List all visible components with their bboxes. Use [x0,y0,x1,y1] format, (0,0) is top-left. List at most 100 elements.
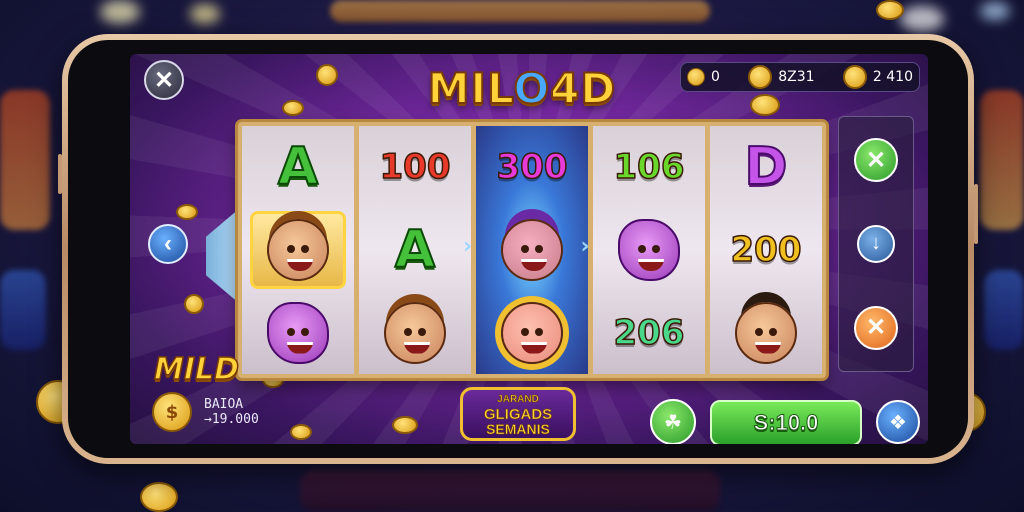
reel-3: 300 [476,126,588,374]
letter-symbol: A [394,219,436,281]
bonus-value: 8Z31 [778,69,815,85]
reel-symbol: D [718,128,814,206]
character-face-icon [501,301,563,364]
reel-1: A [242,126,354,374]
phone-bezel: ✕ MILO4D 0 8Z31 2 410 ‹ A 100 A 300 106 206 D 2… [68,40,968,458]
reel-symbol [367,294,463,372]
reel-symbol: A [367,211,463,289]
game-badge-line3: SEMANIS [486,420,550,437]
floating-coin [282,100,304,116]
reel-4: 106 206 [593,126,705,374]
spin-label: S:10.0 [753,410,819,436]
leaf-icon: ☘ [664,411,682,434]
floating-coin [316,64,338,86]
character-face-icon [618,218,680,281]
dollar-symbol: $ [165,401,179,423]
bg-slot-machine [984,270,1024,350]
arrow-down-icon: ↓ [871,232,881,255]
phone-side-button [58,154,62,194]
coin-icon [687,68,705,86]
game-badge-line2: GLIGADS [483,405,553,423]
balance-amount: →19.000 [204,412,259,427]
letter-symbol: A [277,136,319,198]
bg-light [190,4,220,24]
bg-light [980,2,1010,20]
number-symbol: 300 [496,147,568,189]
reel-symbol [601,211,697,289]
reel-symbol [250,294,346,372]
floating-coin [184,294,204,314]
reel-symbol [484,294,580,372]
cancel-icon: ✕ [865,314,887,342]
phone-side-button [974,184,978,244]
mild-label: MILD [153,351,240,388]
phone-frame: ✕ MILO4D 0 8Z31 2 410 ‹ A 100 A 300 106 206 D 2… [58,34,978,464]
dollar-coin-icon: $ [152,392,192,432]
confirm-button[interactable]: ✕ [854,138,898,183]
balance-coin-icon [842,65,867,89]
reel-symbol: 200 [718,211,814,289]
reel-symbol: 300 [484,128,580,206]
right-control-panel: ✕ ↓ ✕ [838,116,914,372]
floating-coin [750,94,780,116]
logo-text-prefix: MIL [427,63,514,114]
character-face-icon [267,301,329,364]
reel-5: D 200 [710,126,822,374]
bonus-coin-icon [748,65,773,89]
floating-coin [176,204,198,220]
bg-slot-machine [0,90,50,230]
reel-symbol: 206 [601,294,697,372]
letter-symbol: D [743,136,788,198]
number-symbol: 206 [613,312,685,354]
game-screen: ✕ MILO4D 0 8Z31 2 410 ‹ A 100 A 300 106 206 D 2… [130,54,928,444]
character-face-icon [384,301,446,364]
close-button[interactable]: ✕ [144,60,184,100]
floating-coin [290,424,312,440]
logo-text-suffix: 4D [549,63,617,114]
close-icon: ✕ [153,66,175,94]
game-logo: MILO4D [402,63,642,114]
back-button[interactable]: ‹ [148,224,188,264]
check-icon: ✕ [865,146,887,174]
payline-arrow-icon: › [580,234,590,259]
character-face-icon [735,301,797,364]
reel-2: 100 A [359,126,471,374]
game-badge-line1: JARAND [497,393,539,405]
cancel-button[interactable]: ✕ [854,305,898,350]
reel-symbol [484,211,580,289]
reel-symbol: 106 [601,128,697,206]
character-face-icon [501,218,563,281]
floating-coin [392,416,418,434]
chevron-left-icon: ‹ [164,230,172,257]
bg-marquee [330,0,710,22]
number-symbol: 100 [379,147,451,189]
payline-arrow-icon: › [463,234,473,259]
bg-slot-machine [0,270,46,350]
character-face-icon [267,218,329,281]
logo-text-o: O [512,63,551,114]
balance-value: 2 410 [872,69,914,85]
floating-coin [876,0,904,20]
reel-symbol [250,210,346,289]
coins-value: 0 [711,69,720,85]
bg-light [100,0,140,24]
bg-stool [300,470,720,512]
autoplay-button[interactable]: ☘ [650,399,696,444]
balance-label: BAIOA [204,397,244,412]
bg-slot-machine [980,90,1024,230]
reel-symbol [718,294,814,372]
player-balance: $ BAIOA →19.000 [152,392,259,432]
game-badge[interactable]: JARAND GLIGADS SEMANIS [460,387,576,441]
reel-symbol: 100 [367,128,463,206]
bonus-button[interactable]: ❖ [876,400,920,444]
puzzle-icon: ❖ [889,411,907,434]
slot-reels: A 100 A 300 106 206 D 200 › › [238,122,826,378]
spin-button[interactable]: S:10.0 [710,400,862,444]
reel-symbol: A [250,128,346,206]
number-symbol: 200 [730,229,802,271]
number-symbol: 106 [613,147,685,189]
down-button[interactable]: ↓ [857,224,895,263]
floating-coin [140,482,178,512]
currency-bar: 0 8Z31 2 410 [680,62,920,92]
bg-light [900,6,944,32]
